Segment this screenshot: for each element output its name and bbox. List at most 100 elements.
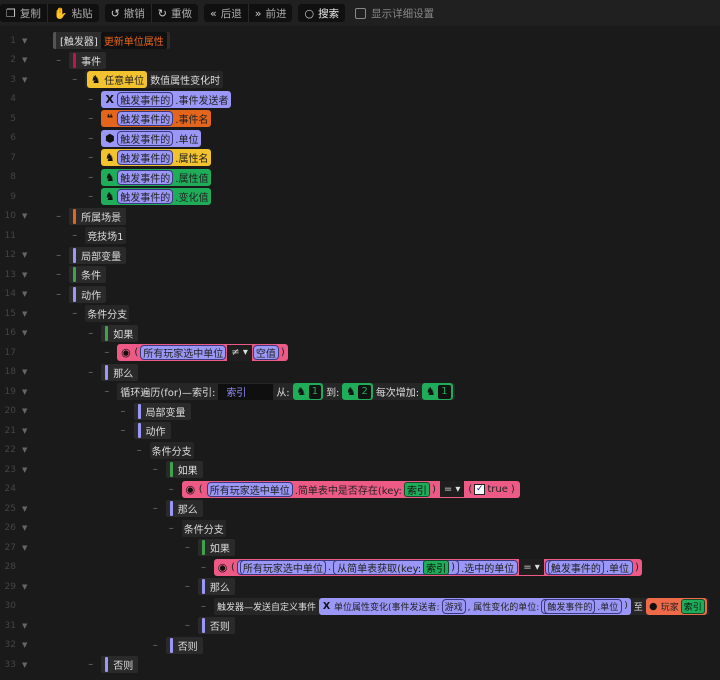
- copy-button[interactable]: ❐ 复制: [0, 4, 48, 22]
- param-box[interactable]: 从简单表获取(key: 索引): [333, 559, 460, 575]
- collapse-arrow-icon[interactable]: ▼: [22, 466, 27, 474]
- green-block[interactable]: ♞ 1: [422, 383, 453, 401]
- green-block[interactable]: ♞ 触发事件的 .属性值: [101, 168, 212, 186]
- collapse-arrow-icon[interactable]: ▼: [22, 446, 27, 454]
- tree-connector: –: [88, 93, 94, 105]
- row-content: 如果: [197, 539, 235, 557]
- param-box[interactable]: 触发事件的: [547, 559, 604, 575]
- collapse-arrow-icon[interactable]: ▼: [22, 622, 27, 630]
- index-param[interactable]: 索引: [680, 598, 705, 614]
- back-button[interactable]: «后退: [204, 4, 249, 22]
- paste-button[interactable]: ✋ 粘贴: [48, 4, 99, 22]
- index-param[interactable]: 索引: [403, 481, 430, 497]
- collapse-arrow-icon[interactable]: ▼: [22, 37, 27, 45]
- pink-block[interactable]: ◉(所有玩家选中单位 .简单表中是否存在(key: 索引) = ▾(✓ true): [181, 480, 520, 498]
- yellow-block[interactable]: ♞ 任意单位: [87, 71, 148, 89]
- collapse-arrow-icon[interactable]: ▼: [22, 290, 27, 298]
- purple-block[interactable]: X 触发事件的 .事件发送者: [101, 90, 232, 108]
- statement-node[interactable]: 竞技场1: [85, 227, 126, 245]
- statement-node[interactable]: 触发器—发送自定义事件 X 单位属性变化(事件发送者: 游戏, 属性变化的单位: 触发事…: [214, 597, 709, 615]
- collapse-arrow-icon[interactable]: ▼: [22, 388, 27, 396]
- collapse-arrow-icon[interactable]: ▼: [22, 368, 27, 376]
- collapse-arrow-icon[interactable]: ▼: [22, 427, 27, 435]
- section-node[interactable]: 那么: [165, 500, 203, 518]
- param-box[interactable]: 所有玩家选中单位. 从简单表获取(key: 索引) .选中的单位: [236, 559, 519, 575]
- collapse-arrow-icon[interactable]: ▼: [22, 251, 27, 259]
- section-node[interactable]: 所属场景: [69, 207, 127, 225]
- index-input[interactable]: 索引: [218, 383, 274, 400]
- green-block[interactable]: ♞ 2: [342, 383, 373, 401]
- undo-button[interactable]: ↺ 撤销: [105, 4, 152, 22]
- param-box[interactable]: 所有玩家选中单位: [239, 559, 326, 575]
- search-button[interactable]: ○ 搜索: [298, 4, 345, 22]
- line-number: 14: [4, 289, 16, 300]
- param-box[interactable]: 触发事件的: [117, 111, 174, 127]
- collapse-arrow-icon[interactable]: ▼: [22, 407, 27, 415]
- param-box[interactable]: 空值: [252, 345, 279, 361]
- section-node[interactable]: 事件: [69, 51, 107, 69]
- collapse-arrow-icon[interactable]: ▼: [22, 544, 27, 552]
- show-details-checkbox[interactable]: 显示详细设置: [355, 6, 434, 21]
- green-block[interactable]: ♞ 1: [292, 383, 324, 401]
- collapse-arrow-icon[interactable]: ▼: [22, 505, 27, 513]
- param-box[interactable]: 触发事件的: [117, 91, 174, 107]
- statement-node[interactable]: 循环遍历(for)—索引: 索引 从: ♞ 1 到: ♞ 2 每次增加: ♞ 1: [117, 383, 455, 401]
- collapse-arrow-icon[interactable]: ▼: [22, 56, 27, 64]
- param-box[interactable]: 触发事件的 .单位: [541, 598, 623, 614]
- pink-block[interactable]: 所有玩家选中单位 .简单表中是否存在(key: 索引): [204, 480, 439, 498]
- section-node[interactable]: 否则: [101, 656, 139, 674]
- purple-block[interactable]: ⬢ 触发事件的 .单位: [101, 129, 202, 147]
- param-box[interactable]: 所有玩家选中单位: [206, 481, 293, 497]
- section-node[interactable]: 否则: [197, 617, 235, 635]
- section-node[interactable]: 如果: [197, 539, 235, 557]
- statement-node[interactable]: 条件分支: [149, 441, 194, 459]
- param-box[interactable]: 触发事件的: [117, 189, 174, 205]
- pink-block[interactable]: ◉(所有玩家选中单位. 从简单表获取(key: 索引) .选中的单位 = ▾ 触发事件的.…: [214, 558, 642, 576]
- green-block[interactable]: ♞ 触发事件的 .变化值: [101, 188, 212, 206]
- section-node[interactable]: 那么: [197, 578, 235, 596]
- collapse-arrow-icon[interactable]: ▼: [22, 76, 27, 84]
- collapse-arrow-icon[interactable]: ▼: [22, 310, 27, 318]
- section-node[interactable]: 动作: [69, 285, 107, 303]
- statement-node[interactable]: ♞ 任意单位 数值属性变化时: [85, 71, 224, 89]
- collapse-arrow-icon[interactable]: ▼: [22, 524, 27, 532]
- section-node[interactable]: 那么: [101, 363, 139, 381]
- param-box[interactable]: 所有玩家选中单位: [140, 345, 227, 361]
- param-box[interactable]: 触发事件的: [544, 598, 596, 614]
- section-node[interactable]: 动作: [133, 422, 171, 440]
- section-node[interactable]: 局部变量: [69, 246, 127, 264]
- param-box[interactable]: 触发事件的: [117, 130, 174, 146]
- collapse-arrow-icon[interactable]: ▼: [22, 271, 27, 279]
- param-box[interactable]: 游戏: [441, 598, 466, 614]
- operator-dropdown[interactable]: = ▾: [519, 559, 544, 576]
- collapse-arrow-icon[interactable]: ▼: [22, 212, 27, 220]
- checkbox-icon[interactable]: ✓: [474, 483, 486, 495]
- orange-block[interactable]: ❝ 触发事件的 .事件名: [101, 110, 212, 128]
- salmon-block[interactable]: ● 玩家 索引: [645, 597, 707, 615]
- operator-dropdown[interactable]: ≠ ▾: [227, 344, 252, 361]
- pink-block[interactable]: (✓ true): [465, 480, 518, 498]
- collapse-arrow-icon[interactable]: ▼: [22, 583, 27, 591]
- section-node[interactable]: 局部变量: [133, 402, 191, 420]
- param-box[interactable]: 触发事件的: [117, 169, 174, 185]
- param-box[interactable]: 触发事件的: [117, 150, 174, 166]
- yellow-block[interactable]: ♞ 触发事件的 .属性名: [101, 149, 212, 167]
- row-content: 条件分支: [149, 441, 194, 459]
- index-param[interactable]: 索引: [423, 559, 450, 575]
- statement-node[interactable]: 条件分支: [85, 305, 130, 323]
- statement-node[interactable]: 条件分支: [181, 519, 226, 537]
- redo-button[interactable]: ↻ 重做: [152, 4, 198, 22]
- collapse-arrow-icon[interactable]: ▼: [22, 661, 27, 669]
- section-node[interactable]: 条件: [69, 266, 107, 284]
- forward-button[interactable]: » 前进: [249, 4, 293, 22]
- param-box[interactable]: 触发事件的 .单位: [544, 559, 634, 575]
- section-node[interactable]: 如果: [165, 461, 203, 479]
- operator-dropdown[interactable]: = ▾: [439, 481, 465, 498]
- collapse-arrow-icon[interactable]: ▼: [22, 641, 27, 649]
- collapse-arrow-icon[interactable]: ▼: [22, 329, 27, 337]
- pink-block[interactable]: ◉(所有玩家选中单位 ≠ ▾ 空值): [117, 344, 288, 362]
- purple-block[interactable]: X 单位属性变化(事件发送者: 游戏, 属性变化的单位: 触发事件的 .单位): [319, 597, 631, 615]
- section-node[interactable]: 否则: [165, 636, 203, 654]
- section-node[interactable]: 如果: [101, 324, 139, 342]
- line-number: 17: [4, 347, 16, 358]
